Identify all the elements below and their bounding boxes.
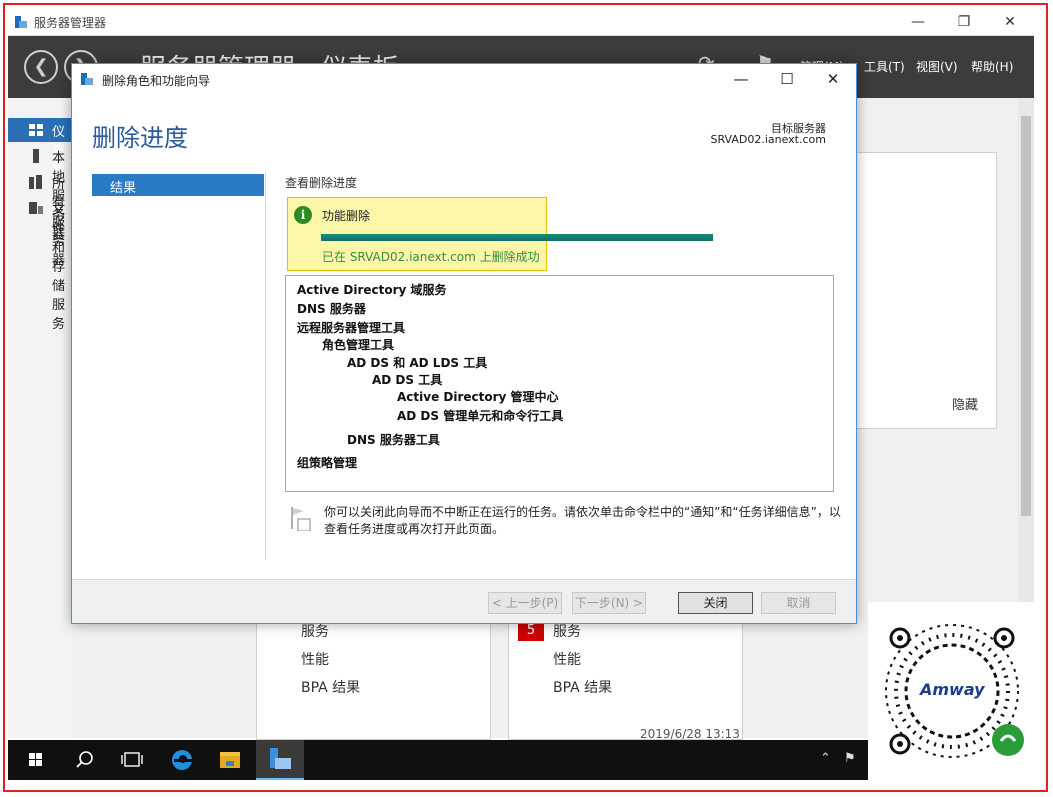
removed-feature-item: AD DS 管理单元和命令行工具	[397, 409, 564, 423]
server-manager-icon	[270, 748, 291, 769]
removed-feature-item: Active Directory 域服务	[297, 283, 447, 297]
dashboard-icon	[29, 124, 43, 136]
start-icon	[29, 753, 42, 766]
previous-button[interactable]: < 上一步(P)	[488, 592, 562, 614]
dialog-close-button[interactable]: ✕	[810, 64, 856, 94]
progress-fill	[321, 234, 713, 241]
removal-progress-bar	[321, 234, 713, 241]
hide-link[interactable]: 隐藏	[952, 394, 978, 413]
action-center-flag-icon[interactable]: ⚑	[844, 751, 856, 766]
server-manager-app-icon	[15, 16, 27, 28]
wizard-nav-item-results[interactable]: 结果	[92, 174, 264, 196]
close-window-button[interactable]: ✕	[992, 10, 1028, 34]
tile-bpa-results[interactable]: BPA 结果	[301, 677, 360, 697]
search-icon	[76, 751, 93, 768]
wizard-note: 你可以关闭此向导而不中断正在运行的任务。请依次单击命令栏中的“通知”和“任务详细…	[324, 505, 841, 536]
server-manager-title: 服务器管理器	[34, 16, 107, 30]
destination-server-name: SRVAD02.ianext.com	[710, 133, 827, 146]
notification-flag-icon	[291, 507, 311, 531]
servers-icon	[29, 175, 42, 189]
task-view-icon	[121, 752, 143, 767]
scrollbar-thumb[interactable]	[1021, 116, 1031, 516]
start-button[interactable]	[12, 740, 60, 780]
sidebar-item-all-servers[interactable]: 所有服务器	[8, 170, 72, 268]
server-manager-sidebar: 仪表板 本地服务器 所有服务器 文件和存储服务	[8, 98, 72, 738]
server-manager-app-icon	[81, 73, 93, 85]
cancel-button[interactable]: 取消	[761, 592, 836, 614]
sidebar-item-file-storage[interactable]: 文件和存储服务	[8, 196, 72, 332]
close-button[interactable]: 关闭	[678, 592, 753, 614]
dialog-maximize-button[interactable]: ☐	[764, 64, 810, 94]
feature-removal-label: 功能删除	[322, 209, 371, 223]
removal-status-text: 已在 SRVAD02.ianext.com 上删除成功	[322, 250, 540, 264]
file-explorer-button[interactable]	[206, 740, 254, 780]
wizard-nav-label: 结果	[110, 181, 137, 196]
dialog-titlebar: 删除角色和功能向导 — ☐ ✕	[72, 64, 856, 94]
view-progress-label: 查看删除进度	[285, 176, 358, 190]
edge-icon	[172, 750, 192, 770]
remove-roles-wizard-dialog: 删除角色和功能向导 — ☐ ✕ 删除进度 目标服务器 SRVAD02.ianex…	[71, 63, 857, 624]
sidebar-item-local-server[interactable]: 本地服务器	[8, 144, 72, 242]
removed-feature-item: DNS 服务器	[297, 302, 366, 316]
tile-services[interactable]: 服务	[553, 621, 581, 641]
edge-button[interactable]	[158, 740, 206, 780]
qr-code-overlay: Amway	[868, 602, 1036, 780]
removed-feature-item: 远程服务器管理工具	[297, 321, 406, 335]
tile-performance[interactable]: 性能	[301, 649, 329, 669]
removed-feature-item: DNS 服务器工具	[347, 433, 440, 447]
dialog-footer: < 上一步(P) 下一步(N) > 关闭 取消	[72, 579, 856, 623]
server-icon	[33, 149, 39, 163]
menu-tools[interactable]: 工具(T)	[864, 58, 905, 75]
nav-divider	[265, 172, 266, 560]
tile-bpa-results[interactable]: BPA 结果	[553, 677, 612, 697]
dialog-title: 删除角色和功能向导	[102, 74, 211, 88]
sidebar-item-label: 文件和存储服务	[52, 203, 66, 332]
removed-feature-item: AD DS 和 AD LDS 工具	[347, 356, 488, 370]
sidebar-item-dashboard[interactable]: 仪表板	[8, 118, 72, 178]
tile-performance[interactable]: 性能	[553, 649, 581, 669]
brand-logo: Amway	[920, 680, 985, 699]
files-icon	[29, 202, 43, 214]
next-button[interactable]: 下一步(N) >	[572, 592, 646, 614]
restore-button[interactable]: ❐	[946, 10, 982, 34]
menu-view[interactable]: 视图(V)	[916, 58, 958, 75]
removed-feature-item: 角色管理工具	[322, 338, 395, 352]
tile-timestamp: 2019/6/28 13:13	[640, 727, 740, 741]
removed-feature-item: Active Directory 管理中心	[397, 390, 559, 404]
back-button[interactable]: ❮	[24, 50, 58, 84]
search-button[interactable]	[60, 740, 108, 780]
removed-feature-item: AD DS 工具	[372, 373, 443, 387]
tile-services[interactable]: 服务	[301, 621, 329, 641]
server-manager-taskbar-button[interactable]	[256, 740, 304, 780]
removed-features-list[interactable]: Active Directory 域服务 DNS 服务器远程服务器管理工具角色管理…	[285, 275, 834, 492]
server-manager-titlebar: 服务器管理器 — ❐ ✕	[8, 8, 1034, 36]
tray-overflow-icon[interactable]: ⌃	[820, 751, 831, 766]
file-explorer-icon	[220, 752, 240, 768]
services-alert-badge: 5	[518, 621, 544, 641]
menu-help[interactable]: 帮助(H)	[971, 58, 1013, 75]
info-icon: i	[294, 206, 312, 224]
dialog-minimize-button[interactable]: —	[718, 64, 764, 94]
removed-feature-item: 组策略管理	[297, 456, 358, 470]
page-title: 删除进度	[92, 124, 188, 152]
task-view-button[interactable]	[108, 740, 156, 780]
minimize-button[interactable]: —	[900, 10, 936, 34]
